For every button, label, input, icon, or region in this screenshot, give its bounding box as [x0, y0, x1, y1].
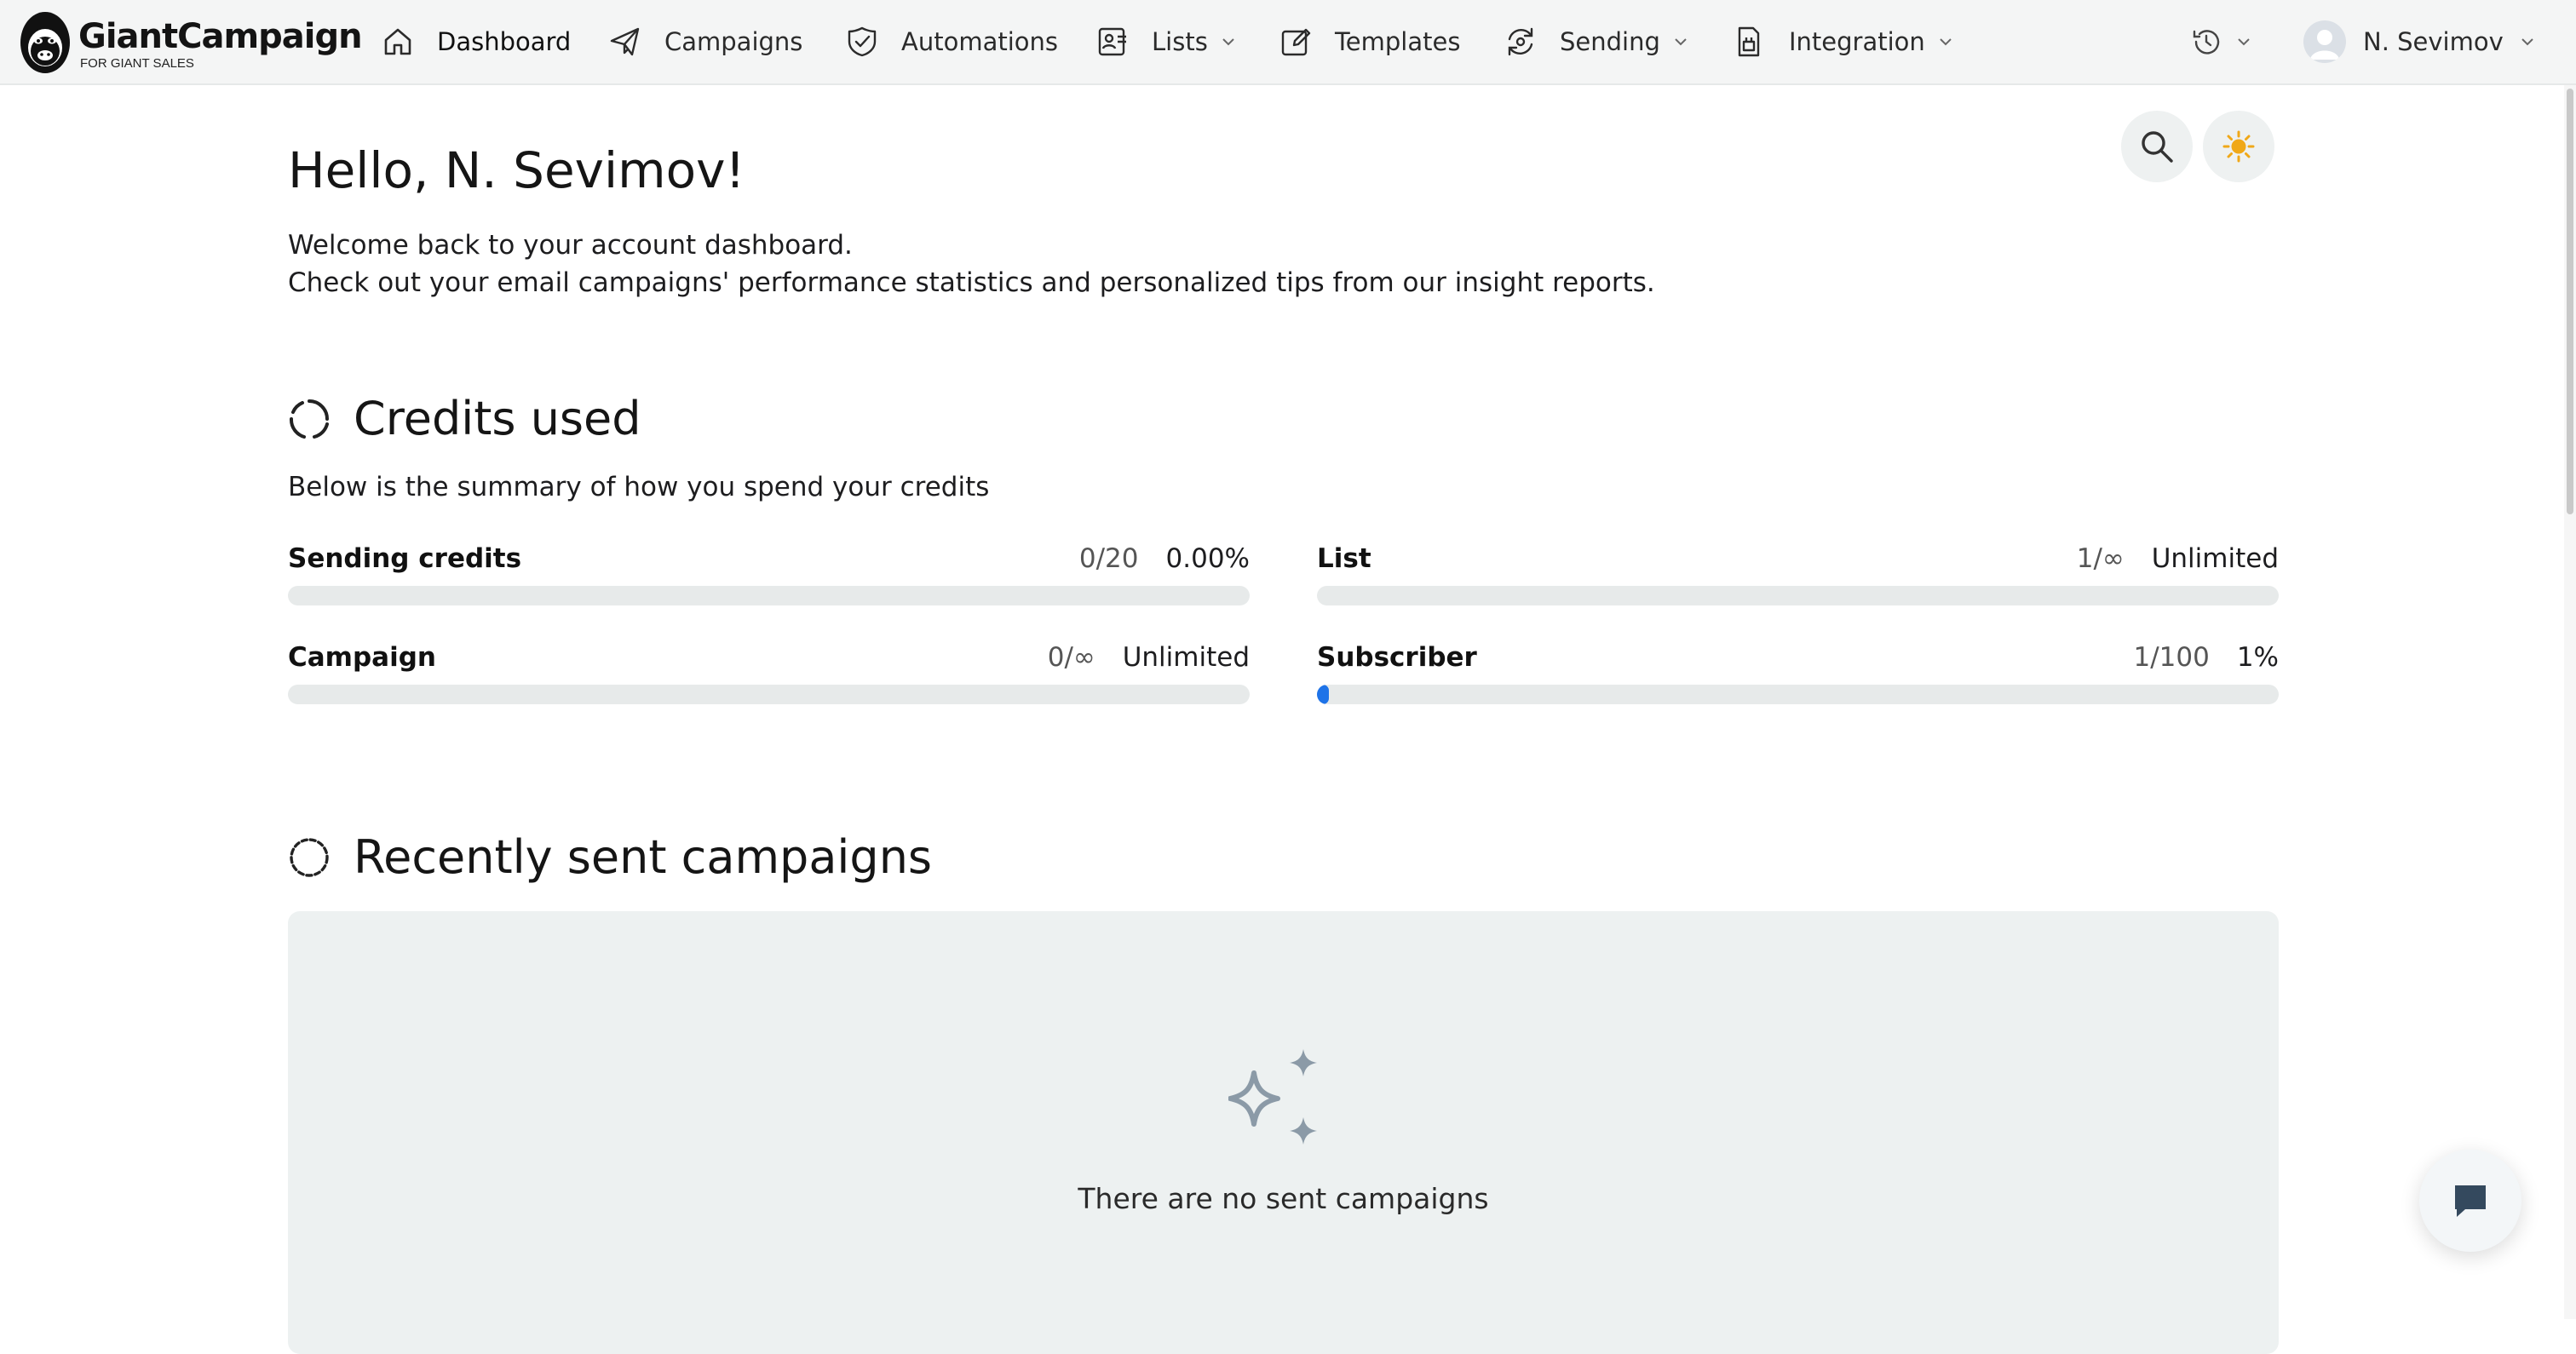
nav-templates[interactable]: Templates	[1279, 0, 1460, 83]
brand-name: GiantCampaign	[78, 17, 363, 56]
recent-section-title: Recently sent campaigns	[288, 830, 932, 884]
avatar	[2303, 20, 2346, 63]
nav-lists[interactable]: Lists	[1095, 0, 1237, 83]
intro-line: Welcome back to your account dashboard.	[288, 230, 853, 261]
credit-list: List 1/∞ Unlimited	[1317, 543, 2279, 611]
credit-percent: Unlimited	[2151, 543, 2279, 574]
search-icon	[2142, 131, 2173, 163]
theme-toggle-button[interactable]	[2203, 111, 2274, 182]
history-icon	[2189, 25, 2223, 59]
chevron-down-icon	[1220, 33, 1237, 50]
intro-line: Check out your email campaigns' performa…	[288, 267, 1655, 298]
search-button[interactable]	[2121, 111, 2193, 182]
chevron-down-icon	[1672, 33, 1689, 50]
credit-subscriber: Subscriber 1/100 1%	[1317, 642, 2279, 710]
nav-sending-label: Sending	[1560, 27, 1660, 56]
nav-dashboard-label: Dashboard	[437, 27, 572, 56]
nav-sending[interactable]: Sending	[1504, 0, 1689, 83]
page-scrollbar[interactable]	[2564, 85, 2576, 1319]
brand-logo[interactable]: GiantCampaign FOR GIANT SALES	[19, 9, 363, 77]
scrollbar-thumb[interactable]	[2567, 89, 2573, 514]
list-icon	[1095, 25, 1130, 59]
credit-percent: 1%	[2236, 642, 2279, 673]
progress-bar	[288, 685, 1250, 704]
user-menu[interactable]: N. Sevimov	[2303, 0, 2536, 83]
chevron-down-icon	[2519, 33, 2536, 50]
credit-percent: 0.00%	[1165, 543, 1250, 574]
chat-icon	[2455, 1185, 2486, 1217]
credit-used: 0/20	[1078, 543, 1139, 574]
user-name: N. Sevimov	[2363, 27, 2504, 56]
gorilla-logo-icon	[20, 12, 70, 73]
nav-templates-label: Templates	[1335, 27, 1461, 56]
progress-fill	[1317, 685, 1329, 704]
credits-title: Credits used	[354, 392, 641, 445]
nav-campaigns-label: Campaigns	[664, 27, 803, 56]
intro-text: Welcome back to your account dashboard. …	[288, 227, 1655, 301]
spinner-icon	[288, 398, 331, 440]
sync-icon	[1504, 25, 1538, 59]
nav-campaigns[interactable]: Campaigns	[608, 0, 802, 83]
brand-tagline: FOR GIANT SALES	[80, 56, 194, 71]
progress-bar	[1317, 586, 2279, 605]
credit-campaign: Campaign 0/∞ Unlimited	[288, 642, 1250, 710]
credit-used: 0/∞	[1047, 642, 1095, 673]
shield-check-icon	[845, 25, 879, 59]
sparkles-icon	[1228, 1049, 1317, 1145]
nav-lists-label: Lists	[1152, 27, 1208, 56]
edit-icon	[1279, 25, 1313, 59]
credits-subtitle: Below is the summary of how you spend yo…	[288, 472, 990, 502]
chevron-down-icon	[1937, 33, 1954, 50]
chat-button[interactable]	[2419, 1150, 2521, 1252]
credits-section-title: Credits used	[288, 392, 641, 445]
integration-icon	[1733, 25, 1767, 59]
credit-sending: Sending credits 0/20 0.00%	[288, 543, 1250, 611]
empty-state-panel: There are no sent campaigns	[288, 911, 2279, 1354]
paper-plane-icon	[608, 25, 642, 59]
progress-bar	[288, 586, 1250, 605]
recent-title: Recently sent campaigns	[354, 830, 933, 884]
chevron-down-icon	[2235, 33, 2252, 50]
top-navbar: GiantCampaign FOR GIANT SALES Dashboard …	[0, 0, 2576, 85]
credit-used: 1/100	[2133, 642, 2210, 673]
history-menu-button[interactable]	[2189, 0, 2252, 83]
nav-dashboard[interactable]: Dashboard	[381, 0, 571, 83]
credit-label: Subscriber	[1317, 642, 1477, 673]
progress-bar	[1317, 685, 2279, 704]
credit-label: List	[1317, 543, 1371, 574]
nav-automations[interactable]: Automations	[845, 0, 1058, 83]
empty-state-message: There are no sent campaigns	[1078, 1182, 1489, 1215]
clock-icon	[288, 836, 331, 879]
user-icon	[2310, 30, 2339, 60]
nav-integration[interactable]: Integration	[1733, 0, 1954, 83]
credit-used: 1/∞	[2076, 543, 2125, 574]
home-icon	[381, 25, 415, 59]
credit-percent: Unlimited	[1122, 642, 1250, 673]
credit-label: Sending credits	[288, 543, 522, 574]
sun-icon	[2222, 130, 2255, 163]
nav-integration-label: Integration	[1789, 27, 1925, 56]
nav-automations-label: Automations	[901, 27, 1059, 56]
page-title: Hello, N. Sevimov!	[288, 141, 745, 199]
credit-label: Campaign	[288, 642, 436, 673]
